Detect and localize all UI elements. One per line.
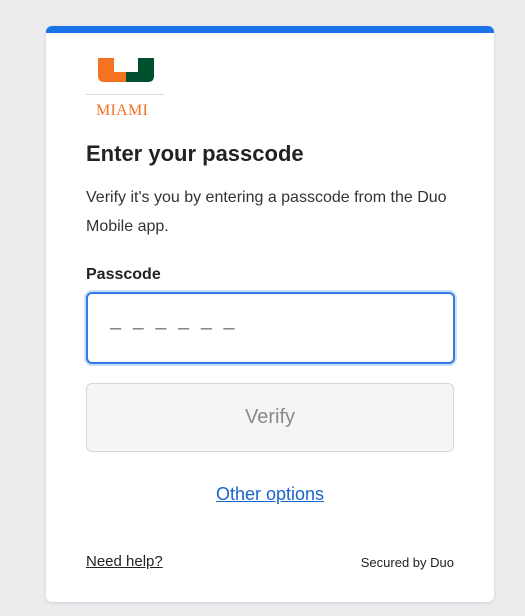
instructions-text: Verify it's you by entering a passcode f… [86, 189, 447, 235]
other-options-link[interactable]: Other options [46, 484, 494, 505]
need-help-link[interactable]: Need help? [86, 553, 163, 570]
miami-logo: MIAMI [86, 58, 166, 120]
verify-button[interactable]: Verify [86, 383, 454, 452]
page-title: Enter your passcode [86, 141, 304, 166]
logo-wordmark: MIAMI [96, 102, 149, 119]
secured-by-text: Secured by Duo [360, 555, 454, 570]
logo-divider [86, 94, 164, 95]
accent-bar [46, 26, 494, 33]
miami-u-logo-icon [98, 58, 154, 82]
passcode-label: Passcode [86, 266, 161, 283]
auth-card: MIAMI Enter your passcode Verify it's yo… [46, 26, 494, 602]
passcode-input[interactable] [86, 292, 455, 364]
